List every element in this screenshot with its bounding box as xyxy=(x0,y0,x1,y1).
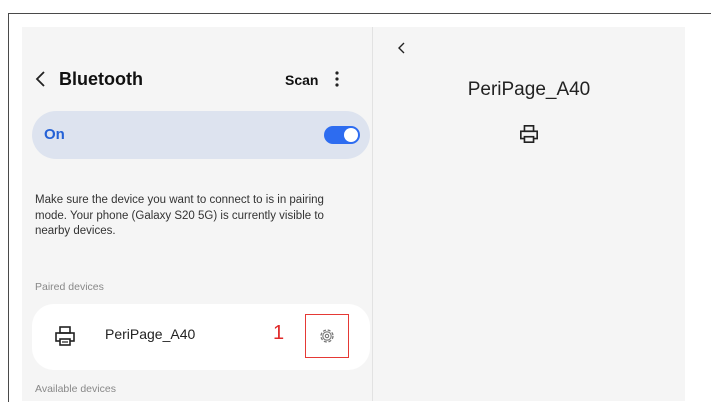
available-devices-heading: Available devices xyxy=(35,383,116,395)
device-settings-button[interactable] xyxy=(305,314,349,358)
more-vertical-icon[interactable] xyxy=(332,69,342,89)
printer-icon xyxy=(520,124,538,143)
toggle-knob xyxy=(344,128,358,142)
device-detail-panel: PeriPage_A40 xyxy=(372,27,685,401)
device-detail-title: PeriPage_A40 xyxy=(467,79,591,100)
printer-icon xyxy=(55,326,75,346)
paired-devices-heading: Paired devices xyxy=(35,281,104,293)
paired-device-item[interactable]: PeriPage_A40 1 xyxy=(32,304,370,370)
gear-icon[interactable] xyxy=(318,327,336,345)
toggle-label: On xyxy=(44,126,65,143)
scan-button[interactable]: Scan xyxy=(285,72,318,88)
step-number-label: 1 xyxy=(273,322,285,344)
pairing-info-text: Make sure the device you want to connect… xyxy=(35,194,324,237)
bluetooth-toggle-card[interactable]: On xyxy=(32,111,370,159)
bluetooth-settings-panel: Bluetooth Scan On Make sure the device y… xyxy=(22,27,372,401)
page-title: Bluetooth xyxy=(59,69,143,89)
chevron-left-icon[interactable] xyxy=(397,41,407,55)
bluetooth-toggle[interactable] xyxy=(324,126,360,144)
header: Bluetooth Scan xyxy=(22,67,372,97)
chevron-left-icon[interactable] xyxy=(34,69,48,89)
device-name: PeriPage_A40 xyxy=(105,326,196,342)
